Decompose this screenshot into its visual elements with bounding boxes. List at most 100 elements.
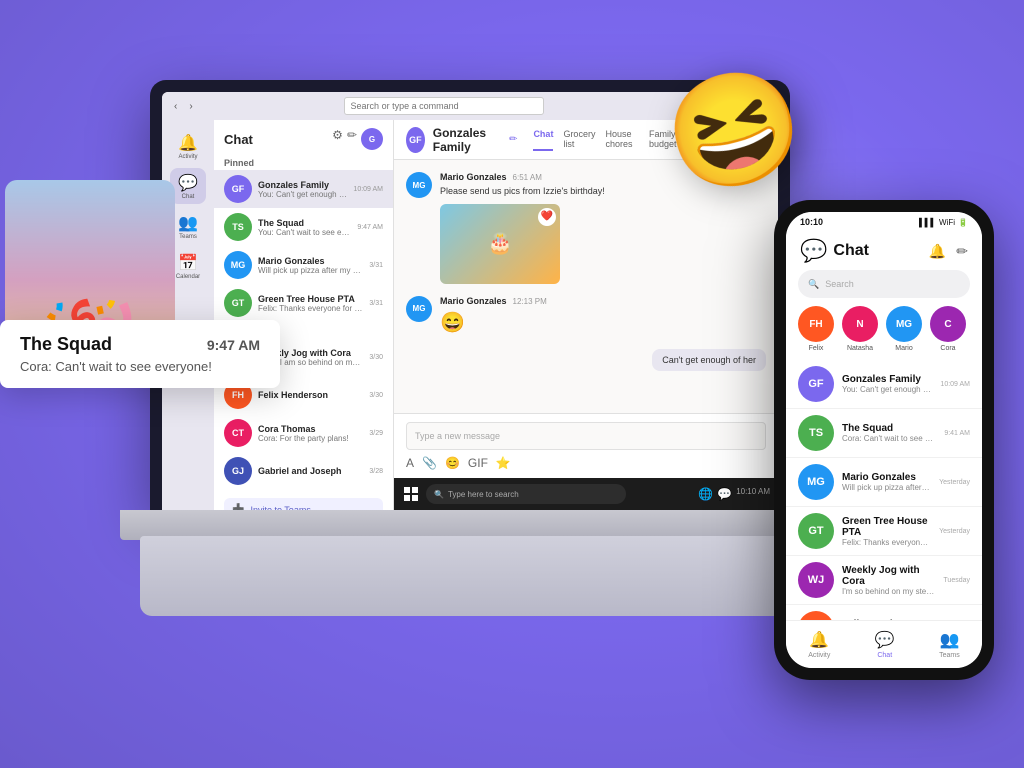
phone-search-placeholder: Search xyxy=(825,279,854,289)
phone-avatar-natasha[interactable]: N Natasha xyxy=(842,306,878,352)
phone-mario-avatar: MG xyxy=(798,464,834,500)
popup-message: Cora: Can't wait to see everyone! xyxy=(20,359,260,374)
chat-item-cora[interactable]: CT Cora Thomas Cora: For the party plans… xyxy=(214,414,393,452)
phone-chat-gonzales[interactable]: GF Gonzales Family You: Can't get enough… xyxy=(786,360,982,409)
chat-list-panel: Chat ⚙ ✏ G Pinned GF Gonzales Family xyxy=(214,120,394,510)
phone-status-icons: ▌▌▌ WiFi 🔋 xyxy=(919,218,968,227)
phone-gonzales-preview: You: Can't get enough of her! xyxy=(842,385,932,394)
phone-squad-preview: Cora: Can't wait to see everyone! xyxy=(842,434,936,443)
phone-teams-nav-icon: 👥 xyxy=(939,630,959,650)
chat-item-gonzales-family[interactable]: GF Gonzales Family You: Can't get enough… xyxy=(214,170,393,208)
chat-avatar-gonzales: GF xyxy=(224,175,252,203)
phone-jog-info: Weekly Jog with Cora I'm so behind on my… xyxy=(842,565,935,596)
phone-search-box[interactable]: 🔍 Search xyxy=(798,270,970,298)
sidebar-item-teams[interactable]: 👥 Teams xyxy=(170,208,206,244)
chat-info-gabriel: Gabriel and Joseph xyxy=(258,466,363,476)
sidebar-item-activity[interactable]: 🔔 Activity xyxy=(170,128,206,164)
chat-preview-pta: Felix: Thanks everyone for attending tod… xyxy=(258,304,363,313)
phone-avatar-row: FH Felix N Natasha MG Mario C Cora xyxy=(786,306,982,360)
phone-avatar-mario[interactable]: MG Mario xyxy=(886,306,922,352)
pinned-section-label: Pinned xyxy=(214,154,393,170)
compose-icon[interactable]: ✏ xyxy=(347,128,357,150)
gif-icon[interactable]: GIF xyxy=(468,456,488,470)
chat-avatar-mario: MG xyxy=(224,251,252,279)
phone-search-icon: 🔍 xyxy=(808,279,819,290)
phone-chat-pta[interactable]: GT Green Tree House PTA Felix: Thanks ev… xyxy=(786,507,982,556)
phone-nav-activity[interactable]: 🔔 Activity xyxy=(808,630,830,659)
tab-house[interactable]: House chores xyxy=(605,129,639,151)
phone-activity-icon: 🔔 xyxy=(809,630,829,650)
tab-grocery[interactable]: Grocery list xyxy=(563,129,595,151)
invite-to-teams[interactable]: ➕ Invite to Teams xyxy=(224,498,383,510)
phone-mario-info: Mario Gonzales Will pick up pizza after … xyxy=(842,472,931,492)
titlebar-nav: ‹ › xyxy=(170,101,197,112)
chat-time-gonzales: 10:09 AM xyxy=(353,186,383,193)
phone-header: 💬 Chat 🔔 ✏ xyxy=(786,232,982,270)
chat-input-actions: A 📎 😊 GIF ⭐ xyxy=(406,456,766,470)
chat-label: Chat xyxy=(182,194,195,200)
nav-forward[interactable]: › xyxy=(185,101,196,112)
phone-avatar-felix[interactable]: FH Felix xyxy=(798,306,834,352)
chat-time-cora: 3/29 xyxy=(369,430,383,437)
phone-chat-squad[interactable]: TS The Squad Cora: Can't wait to see eve… xyxy=(786,409,982,458)
phone-mario-time: Yesterday xyxy=(939,479,970,486)
chat-info-squad: The Squad You: Can't wait to see everyon… xyxy=(258,218,351,237)
phone-chat-nav-icon: 💬 xyxy=(875,630,895,650)
message-avatar-1: MG xyxy=(406,172,432,198)
message-input-box[interactable]: Type a new message xyxy=(406,422,766,450)
chat-name-pta: Green Tree House PTA xyxy=(258,294,363,304)
taskbar-clock: 10:10 AM xyxy=(736,487,770,501)
message-avatar-2: MG xyxy=(406,296,432,322)
teams-label: Teams xyxy=(179,234,197,240)
chat-info-gonzales: Gonzales Family You: Can't get enough of… xyxy=(258,180,347,199)
chat-info-cora: Cora Thomas Cora: For the party plans! xyxy=(258,424,363,443)
sidebar-item-calendar[interactable]: 📅 Calendar xyxy=(170,248,206,284)
chat-info-felix: Felix Henderson xyxy=(258,390,363,400)
format-icon[interactable]: A xyxy=(406,456,414,470)
calendar-icon: 📅 xyxy=(178,253,198,273)
phone-nav-chat[interactable]: 💬 Chat xyxy=(875,630,895,659)
phone-chat-felix[interactable]: FH Felix Henderson Can you drive me to t… xyxy=(786,605,982,620)
sticker-icon[interactable]: ⭐ xyxy=(496,456,511,470)
phone-jog-time: Tuesday xyxy=(943,577,970,584)
chat-item-gabriel[interactable]: GJ Gabriel and Joseph 3/28 xyxy=(214,452,393,490)
tab-chat[interactable]: Chat xyxy=(533,129,553,151)
nav-back[interactable]: ‹ xyxy=(170,101,181,112)
phone-compose-icon[interactable]: ✏ xyxy=(956,243,968,260)
edit-icon[interactable]: ✏ xyxy=(509,134,517,145)
chat-item-mario[interactable]: MG Mario Gonzales Will pick up pizza aft… xyxy=(214,246,393,284)
taskbar-search-box[interactable]: 🔍 Type here to search xyxy=(426,484,626,504)
message-time-1: 6:51 AM xyxy=(513,173,542,182)
phone-notification-icon[interactable]: 🔔 xyxy=(929,243,946,260)
natasha-label: Natasha xyxy=(847,345,873,352)
popup-chat-name: The Squad xyxy=(20,334,112,355)
phone-chat-jog[interactable]: WJ Weekly Jog with Cora I'm so behind on… xyxy=(786,556,982,605)
phone-avatar-cora[interactable]: C Cora xyxy=(930,306,966,352)
search-input[interactable] xyxy=(344,97,544,115)
phone-statusbar: 10:10 ▌▌▌ WiFi 🔋 xyxy=(786,212,982,232)
chat-preview-gonzales: You: Can't get enough of her xyxy=(258,190,347,199)
calendar-label: Calendar xyxy=(176,274,200,280)
taskbar-edge-icon[interactable]: 🌐 xyxy=(698,487,713,501)
filter-icon[interactable]: ⚙ xyxy=(332,128,343,150)
natasha-avatar: N xyxy=(842,306,878,342)
phone-activity-label: Activity xyxy=(808,652,830,659)
attach-icon[interactable]: 📎 xyxy=(422,456,437,470)
battery-icon: 🔋 xyxy=(958,218,968,227)
phone-mario-preview: Will pick up pizza after my practice xyxy=(842,483,931,492)
cora-label: Cora xyxy=(940,345,955,352)
windows-start-button[interactable] xyxy=(402,485,420,503)
wifi-icon: WiFi xyxy=(939,218,955,227)
phone-chat-mario[interactable]: MG Mario Gonzales Will pick up pizza aft… xyxy=(786,458,982,507)
mario-label: Mario xyxy=(895,345,913,352)
taskbar-teams-icon[interactable]: 💬 xyxy=(717,487,732,501)
felix-avatar: FH xyxy=(798,306,834,342)
chat-avatar-cora: CT xyxy=(224,419,252,447)
chat-item-pta[interactable]: GT Green Tree House PTA Felix: Thanks ev… xyxy=(214,284,393,322)
user-avatar[interactable]: G xyxy=(361,128,383,150)
sidebar-item-chat[interactable]: 💬 Chat xyxy=(170,168,206,204)
phone-nav-teams[interactable]: 👥 Teams xyxy=(939,630,960,659)
signal-icon: ▌▌▌ xyxy=(919,218,936,227)
emoji-icon[interactable]: 😊 xyxy=(445,456,460,470)
chat-item-squad[interactable]: TS The Squad You: Can't wait to see ever… xyxy=(214,208,393,246)
